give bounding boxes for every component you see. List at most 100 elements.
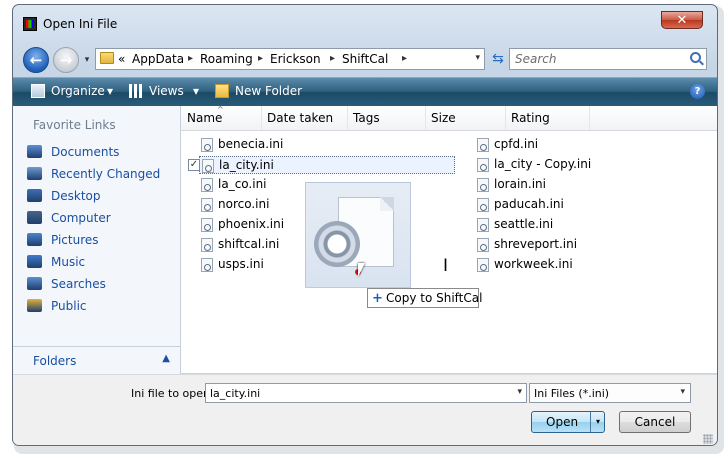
file-name-label: Ini file to open:: [131, 387, 214, 400]
column-size[interactable]: Size: [425, 106, 506, 130]
open-button[interactable]: Open ▾: [531, 411, 605, 433]
sidebar-item-desktop[interactable]: Desktop: [27, 186, 177, 206]
gear-icon: [314, 221, 360, 267]
folders-label[interactable]: Folders: [33, 354, 76, 368]
search-icon[interactable]: [690, 52, 701, 63]
file-type-select[interactable]: Ini Files (*.ini) ▾: [529, 383, 691, 403]
sidebar-item-pictures[interactable]: Pictures: [27, 230, 177, 250]
sidebar-item-recently-changed[interactable]: Recently Changed: [27, 164, 177, 184]
cancel-button[interactable]: Cancel: [619, 411, 691, 433]
file-type-value[interactable]: Ini Files (*.ini): [534, 387, 609, 400]
file-item[interactable]: norco.ini: [199, 196, 289, 214]
search-box[interactable]: Search: [509, 48, 707, 70]
file-item[interactable]: la_co.ini: [199, 176, 289, 194]
ini-file-icon: [477, 158, 489, 172]
sidebar-item-label: Pictures: [51, 233, 99, 247]
open-button-label[interactable]: Open: [546, 415, 578, 429]
back-button[interactable]: ←: [23, 47, 49, 73]
file-name-input[interactable]: la_city.ini ▾: [205, 383, 527, 403]
help-icon[interactable]: ?: [690, 84, 705, 99]
file-item[interactable]: cpfd.ini: [475, 136, 595, 154]
file-name-value[interactable]: la_city.ini: [210, 387, 260, 400]
file-item[interactable]: la_city - Copy.ini: [475, 156, 595, 174]
organize-dropdown-icon[interactable]: ▾: [107, 84, 113, 98]
sidebar-item-label: Music: [51, 255, 86, 269]
selection-checkbox[interactable]: ✓: [188, 159, 200, 171]
file-item[interactable]: workweek.ini: [475, 256, 595, 274]
title-bar[interactable]: Open Ini File ✕: [13, 5, 717, 39]
breadcrumb-overflow[interactable]: «: [118, 52, 125, 66]
file-name: shiftcal.ini: [218, 237, 280, 251]
file-item[interactable]: seattle.ini: [475, 216, 595, 234]
search-input[interactable]: Search: [515, 52, 557, 66]
views-button[interactable]: Views: [149, 84, 184, 98]
sidebar-item-public[interactable]: Public: [27, 296, 177, 316]
file-name: workweek.ini: [494, 257, 573, 271]
breadcrumb-separator[interactable]: ▸: [330, 53, 335, 64]
app-icon: [23, 17, 37, 31]
ini-file-icon: [477, 138, 489, 152]
navigation-bar: ← → ▾ « AppData ▸ Roaming ▸ Erickson ▸ S…: [13, 39, 717, 75]
sidebar-item-searches[interactable]: Searches: [27, 274, 177, 294]
file-name: lorain.ini: [494, 177, 546, 191]
sidebar-item-label: Recently Changed: [51, 167, 161, 181]
ini-file-icon: [201, 218, 213, 232]
sidebar-item-documents[interactable]: Documents: [27, 142, 177, 162]
sidebar-item-label: Documents: [51, 145, 120, 159]
column-date-taken[interactable]: Date taken: [261, 106, 348, 130]
breadcrumb-separator[interactable]: ▸: [188, 53, 193, 64]
music-icon: [27, 255, 42, 268]
ini-file-icon: [477, 218, 489, 232]
command-toolbar: Organize ▾ Views ▾ New Folder ?: [13, 77, 717, 106]
favorite-links-heading: Favorite Links: [33, 118, 116, 132]
file-item[interactable]: phoenix.ini: [199, 216, 289, 234]
file-name: cpfd.ini: [494, 137, 539, 151]
sidebar-item-computer[interactable]: Computer: [27, 208, 177, 228]
ini-file-icon: [202, 159, 214, 173]
breadcrumb-separator[interactable]: ▸: [402, 53, 407, 64]
breadcrumb-separator[interactable]: ▸: [258, 53, 263, 64]
file-item[interactable]: benecia.ini: [199, 136, 289, 154]
chevron-up-icon[interactable]: ▲: [162, 353, 170, 364]
organize-button[interactable]: Organize: [51, 84, 105, 98]
views-dropdown-icon[interactable]: ▾: [193, 84, 199, 98]
open-options-dropdown[interactable]: ▾: [590, 412, 605, 432]
file-name: shreveport.ini: [494, 237, 578, 251]
file-item[interactable]: paducah.ini: [475, 196, 595, 214]
pictures-icon: [27, 233, 42, 246]
breadcrumb-roaming[interactable]: Roaming: [200, 52, 253, 66]
address-bar[interactable]: « AppData ▸ Roaming ▸ Erickson ▸ ShiftCa…: [95, 48, 485, 70]
sidebar-item-music[interactable]: Music: [27, 252, 177, 272]
file-item[interactable]: lorain.ini: [475, 176, 595, 194]
column-tags[interactable]: Tags: [347, 106, 426, 130]
close-button[interactable]: ✕: [661, 11, 703, 29]
ini-file-icon: [201, 238, 213, 252]
sidebar-item-label: Desktop: [51, 189, 101, 203]
breadcrumb-appdata[interactable]: AppData: [132, 52, 184, 66]
chevron-down-icon[interactable]: ▾: [517, 387, 522, 397]
file-item[interactable]: shreveport.ini: [475, 236, 595, 254]
column-header-row: Name ^ Date taken Tags Size Rating: [181, 105, 717, 131]
address-dropdown-icon[interactable]: ▾: [475, 53, 480, 63]
chevron-down-icon[interactable]: ▾: [680, 387, 685, 397]
searches-icon: [27, 277, 42, 290]
breadcrumb-erickson[interactable]: Erickson: [270, 52, 321, 66]
ini-file-icon: [477, 238, 489, 252]
file-name: usps.ini: [218, 257, 264, 271]
file-item[interactable]: shiftcal.ini: [199, 236, 289, 254]
column-rating[interactable]: Rating: [505, 106, 590, 130]
new-folder-button[interactable]: New Folder: [235, 84, 302, 98]
organize-icon: [31, 84, 45, 98]
file-item[interactable]: ✓ la_city.ini: [188, 156, 455, 174]
folders-toggle[interactable]: Folders ▲: [13, 346, 180, 374]
column-name[interactable]: Name ^: [181, 105, 262, 130]
folder-icon: [100, 52, 114, 64]
resize-grip[interactable]: [703, 434, 713, 444]
refresh-button[interactable]: ⇆: [489, 48, 507, 70]
recent-pages-dropdown[interactable]: ▾: [81, 53, 93, 67]
file-item[interactable]: usps.ini: [199, 256, 289, 274]
breadcrumb-shiftcal[interactable]: ShiftCal: [342, 52, 388, 66]
forward-button[interactable]: →: [53, 47, 79, 73]
window-title: Open Ini File: [43, 17, 118, 31]
ini-file-icon: [201, 178, 213, 192]
